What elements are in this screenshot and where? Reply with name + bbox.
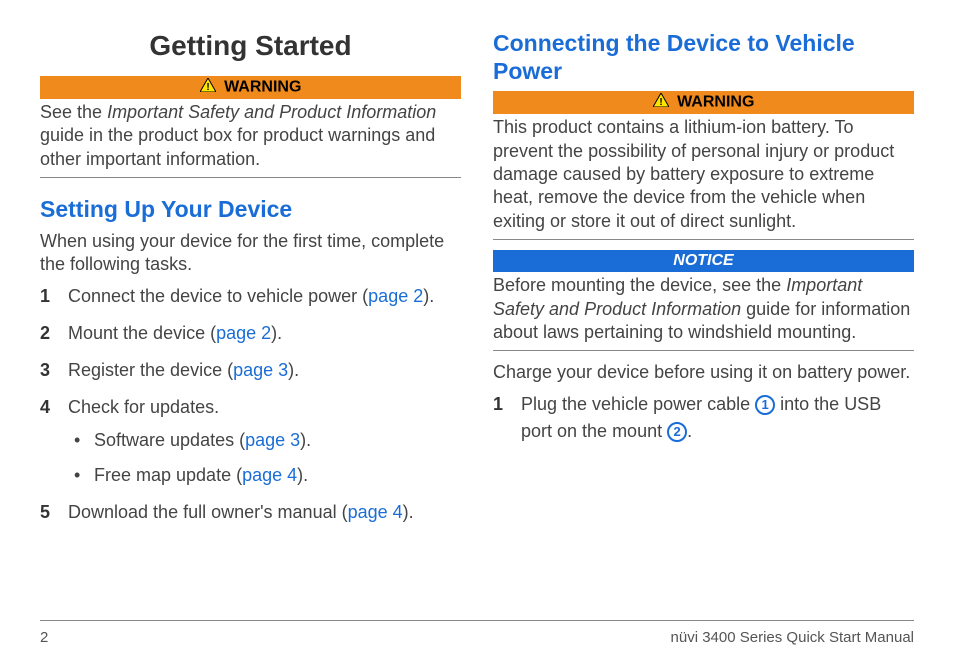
text: Register the device (: [68, 360, 233, 380]
text: ).: [403, 502, 414, 522]
warning-text-1: See the Important Safety and Product Inf…: [40, 101, 461, 171]
text: Free map update (: [94, 465, 242, 485]
text: guide in the product box for product war…: [40, 125, 435, 168]
divider: [493, 239, 914, 240]
step-5: Download the full owner's manual (page 4…: [40, 499, 461, 526]
text: Download the full owner's manual (: [68, 502, 348, 522]
connect-step-1: Plug the vehicle power cable 1 into the …: [493, 391, 914, 445]
notice-text: Before mounting the device, see the Impo…: [493, 274, 914, 344]
callout-2-icon: 2: [667, 422, 687, 442]
page-link[interactable]: page 3: [245, 430, 300, 450]
warning-triangle-icon: !: [200, 78, 216, 97]
text: .: [687, 421, 692, 441]
page-number: 2: [40, 629, 48, 646]
svg-text:!: !: [659, 97, 662, 107]
warning-bar-1: ! WARNING: [40, 76, 461, 99]
footer-title: nüvi 3400 Series Quick Start Manual: [671, 629, 914, 646]
text: Mount the device (: [68, 323, 216, 343]
warning-bar-2: ! WARNING: [493, 91, 914, 114]
text: ).: [271, 323, 282, 343]
notice-bar: NOTICE: [493, 250, 914, 272]
main-title: Getting Started: [40, 30, 461, 62]
page-link[interactable]: page 3: [233, 360, 288, 380]
page-link[interactable]: page 2: [216, 323, 271, 343]
svg-text:!: !: [206, 82, 209, 92]
step-2: Mount the device (page 2).: [40, 320, 461, 347]
text: Check for updates.: [68, 397, 219, 417]
divider: [40, 177, 461, 178]
divider: [493, 350, 914, 351]
right-column: Connecting the Device to Vehicle Power !…: [493, 30, 914, 610]
warning-text-2: This product contains a lithium-ion batt…: [493, 116, 914, 233]
step-3: Register the device (page 3).: [40, 357, 461, 384]
text: See the: [40, 102, 107, 122]
page-link[interactable]: page 2: [368, 286, 423, 306]
notice-label: NOTICE: [673, 252, 733, 269]
charge-text: Charge your device before using it on ba…: [493, 361, 914, 384]
text: ).: [423, 286, 434, 306]
text: ).: [288, 360, 299, 380]
text: Before mounting the device, see the: [493, 275, 786, 295]
left-column: Getting Started ! WARNING See the Import…: [40, 30, 461, 610]
setup-steps: Connect the device to vehicle power (pag…: [40, 283, 461, 526]
warning-label: WARNING: [224, 79, 301, 96]
bullet-software: Software updates (page 3).: [68, 427, 461, 454]
text-italic: Important Safety and Product Information: [107, 102, 436, 122]
setup-intro: When using your device for the first tim…: [40, 230, 461, 277]
page-body: Getting Started ! WARNING See the Import…: [0, 0, 954, 620]
warning-triangle-icon: !: [653, 93, 669, 112]
warning-label: WARNING: [677, 94, 754, 111]
page-footer: 2 nüvi 3400 Series Quick Start Manual: [40, 620, 914, 646]
step-4: Check for updates. Software updates (pag…: [40, 394, 461, 489]
callout-1-icon: 1: [755, 395, 775, 415]
step-4-sublist: Software updates (page 3). Free map upda…: [68, 427, 461, 489]
page-link[interactable]: page 4: [242, 465, 297, 485]
text: Software updates (: [94, 430, 245, 450]
text: Plug the vehicle power cable: [521, 394, 755, 414]
text: Connect the device to vehicle power (: [68, 286, 368, 306]
step-1: Connect the device to vehicle power (pag…: [40, 283, 461, 310]
text: ).: [297, 465, 308, 485]
section-heading-setup: Setting Up Your Device: [40, 196, 461, 224]
text: ).: [300, 430, 311, 450]
section-heading-connect: Connecting the Device to Vehicle Power: [493, 30, 914, 85]
connect-steps: Plug the vehicle power cable 1 into the …: [493, 391, 914, 445]
bullet-map: Free map update (page 4).: [68, 462, 461, 489]
page-link[interactable]: page 4: [348, 502, 403, 522]
